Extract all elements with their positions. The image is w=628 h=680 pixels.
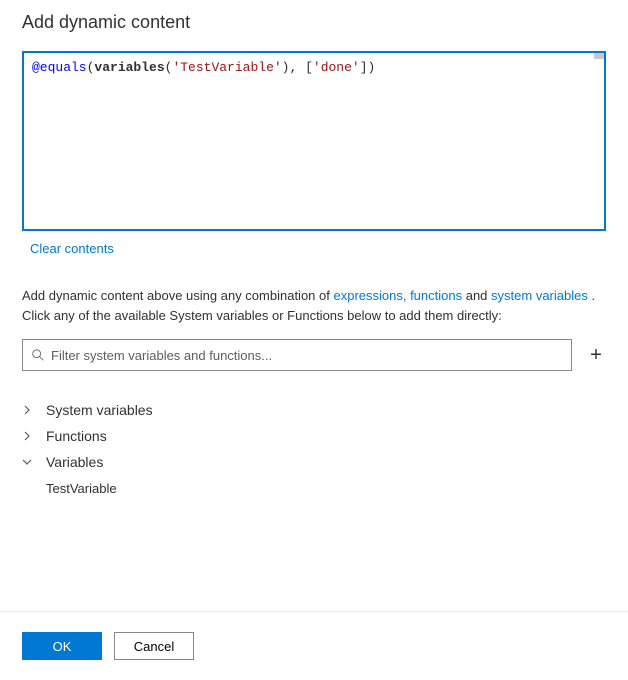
section-label: Variables <box>46 454 103 470</box>
search-icon <box>31 348 45 362</box>
cancel-button[interactable]: Cancel <box>114 632 194 660</box>
page-title: Add dynamic content <box>22 12 606 33</box>
variable-item[interactable]: TestVariable <box>22 475 606 502</box>
system-variables-link[interactable]: system variables <box>491 288 588 303</box>
section-functions[interactable]: Functions <box>22 423 606 449</box>
help-text-mid: and <box>462 288 491 303</box>
clear-contents-link[interactable]: Clear contents <box>30 241 114 256</box>
section-label: Functions <box>46 428 107 444</box>
chevron-right-icon <box>22 431 38 441</box>
section-label: System variables <box>46 402 153 418</box>
add-button[interactable]: + <box>586 345 606 365</box>
expression-code-line: @equals(variables('TestVariable'), ['don… <box>32 59 596 77</box>
filter-input[interactable] <box>51 348 563 363</box>
scrollbar-thumb[interactable] <box>594 53 604 59</box>
ok-button[interactable]: OK <box>22 632 102 660</box>
chevron-down-icon <box>22 457 38 467</box>
expression-editor[interactable]: @equals(variables('TestVariable'), ['don… <box>22 51 606 231</box>
section-system-variables[interactable]: System variables <box>22 397 606 423</box>
dialog-footer: OK Cancel <box>0 611 628 680</box>
filter-input-container[interactable] <box>22 339 572 371</box>
chevron-right-icon <box>22 405 38 415</box>
help-text: Add dynamic content above using any comb… <box>22 286 606 325</box>
section-variables[interactable]: Variables <box>22 449 606 475</box>
expressions-functions-link[interactable]: expressions, functions <box>333 288 462 303</box>
help-text-prefix: Add dynamic content above using any comb… <box>22 288 333 303</box>
